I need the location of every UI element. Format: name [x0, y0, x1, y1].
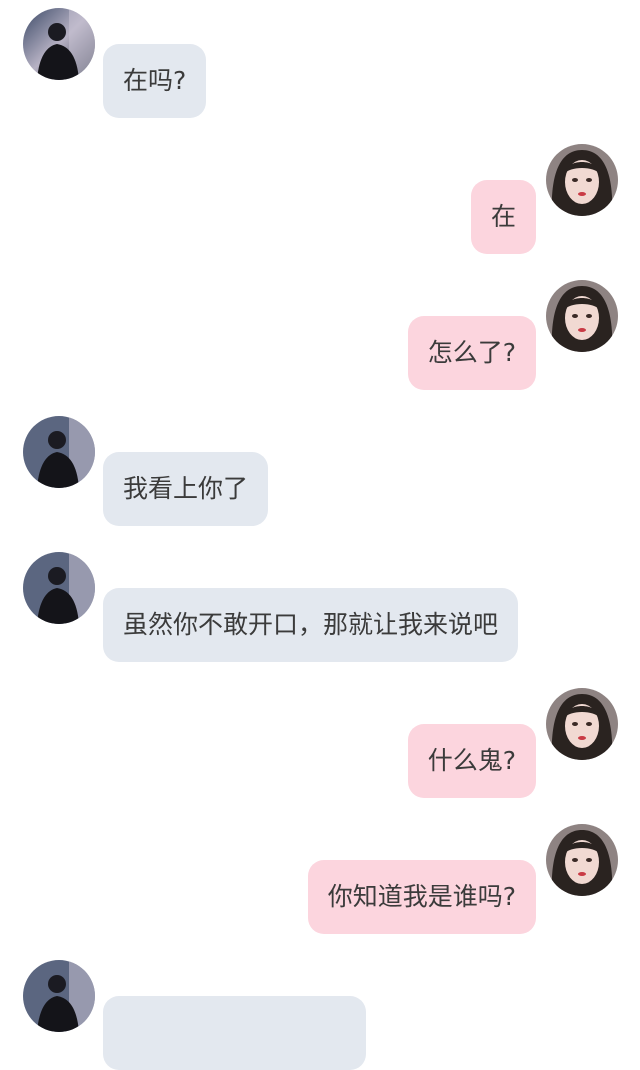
message-bubble[interactable]: 在吗?: [103, 44, 207, 118]
contact-avatar[interactable]: [23, 552, 95, 624]
contact-avatar[interactable]: [23, 960, 95, 1032]
message-bubble[interactable]: 怎么了?: [407, 316, 536, 390]
my-avatar[interactable]: [546, 824, 618, 896]
message-bubble[interactable]: 什么鬼?: [407, 724, 536, 798]
my-avatar[interactable]: [546, 688, 618, 760]
message-bubble[interactable]: 你知道我是谁吗?: [307, 860, 536, 934]
chat-thread: 在吗? 在 怎么了? 我看上你了 虽然你不敢开口，那就让我来说吧 什么鬼? 你知…: [0, 0, 640, 1070]
my-avatar[interactable]: [546, 144, 618, 216]
message-text: 在吗?: [123, 66, 187, 95]
message-bubble[interactable]: [103, 996, 366, 1070]
message-text: 在: [490, 202, 516, 231]
message-bubble[interactable]: 我看上你了: [103, 452, 269, 526]
message-text: 怎么了?: [427, 338, 516, 367]
my-avatar[interactable]: [546, 280, 618, 352]
message-text: 虽然你不敢开口，那就让我来说吧: [123, 610, 499, 639]
contact-avatar[interactable]: [23, 8, 95, 80]
contact-avatar[interactable]: [23, 416, 95, 488]
message-text: 什么鬼?: [427, 746, 516, 775]
message-bubble[interactable]: 虽然你不敢开口，那就让我来说吧: [103, 588, 519, 662]
message-text: 我看上你了: [123, 474, 249, 503]
message-bubble[interactable]: 在: [470, 180, 536, 254]
message-text: 你知道我是谁吗?: [327, 882, 516, 911]
